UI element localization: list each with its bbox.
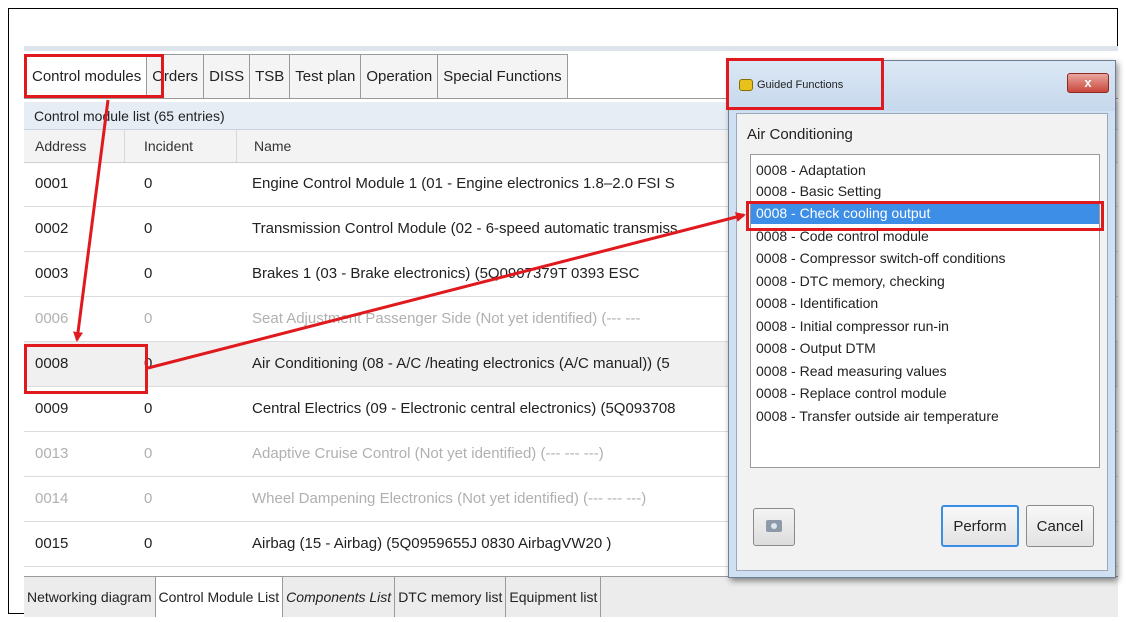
tab-equipment-list[interactable]: Equipment list bbox=[506, 577, 602, 617]
tab-networking-diagram[interactable]: Networking diagram bbox=[24, 577, 156, 617]
column-header-address[interactable]: Address bbox=[35, 130, 86, 162]
row-name: Engine Control Module 1 (01 - Engine ele… bbox=[252, 175, 675, 192]
row-incident: 0 bbox=[144, 220, 153, 237]
guided-functions-icon bbox=[739, 79, 753, 91]
row-incident: 0 bbox=[144, 265, 153, 282]
row-address: 0014 bbox=[35, 490, 69, 507]
tab-diss[interactable]: DISS bbox=[203, 54, 251, 98]
row-address: 0003 bbox=[35, 265, 69, 282]
row-address: 0008 bbox=[35, 355, 69, 372]
list-item-selected[interactable]: 0008 - Check cooling output bbox=[751, 202, 1099, 224]
function-list[interactable]: 0008 - Adaptation 0008 - Basic Setting 0… bbox=[750, 154, 1100, 468]
camera-icon bbox=[766, 520, 782, 532]
guided-functions-dialog: Guided Functions x Air Conditioning 0008… bbox=[728, 60, 1116, 578]
row-address: 0002 bbox=[35, 220, 69, 237]
tab-control-modules[interactable]: Control modules bbox=[26, 54, 148, 98]
column-header-name[interactable]: Name bbox=[254, 130, 291, 162]
list-item[interactable]: 0008 - Transfer outside air temperature bbox=[751, 405, 1099, 427]
dialog-heading: Air Conditioning bbox=[747, 126, 853, 143]
row-name: Transmission Control Module (02 - 6-spee… bbox=[252, 220, 678, 237]
list-item[interactable]: 0008 - Basic Setting bbox=[751, 180, 1099, 202]
row-incident: 0 bbox=[144, 175, 153, 192]
cancel-button[interactable]: Cancel bbox=[1026, 505, 1094, 547]
row-name: Seat Adjustment Passenger Side (Not yet … bbox=[252, 310, 641, 327]
row-address: 0009 bbox=[35, 400, 69, 417]
row-name: Central Electrics (09 - Electronic centr… bbox=[252, 400, 676, 417]
row-name: Airbag (15 - Airbag) (5Q0959655J 0830 Ai… bbox=[252, 535, 612, 552]
list-item[interactable]: 0008 - Output DTM bbox=[751, 337, 1099, 359]
row-incident: 0 bbox=[144, 445, 153, 462]
screenshot-button[interactable] bbox=[753, 508, 795, 546]
row-incident: 0 bbox=[144, 310, 153, 327]
tab-operation[interactable]: Operation bbox=[360, 54, 439, 98]
tab-components-list[interactable]: Components List bbox=[283, 577, 396, 617]
list-item[interactable]: 0008 - Initial compressor run-in bbox=[751, 315, 1099, 337]
row-name: Brakes 1 (03 - Brake electronics) (5Q090… bbox=[252, 265, 640, 282]
tab-orders[interactable]: Orders bbox=[146, 54, 205, 98]
tab-control-module-list[interactable]: Control Module List bbox=[155, 577, 284, 617]
row-address: 0015 bbox=[35, 535, 69, 552]
list-item[interactable]: 0008 - Identification bbox=[751, 292, 1099, 314]
column-separator bbox=[124, 130, 125, 162]
column-separator bbox=[236, 130, 237, 162]
perform-button[interactable]: Perform bbox=[941, 505, 1019, 547]
row-name: Air Conditioning (08 - A/C /heating elec… bbox=[252, 355, 670, 372]
close-button[interactable]: x bbox=[1067, 73, 1109, 93]
dialog-title: Guided Functions bbox=[757, 79, 844, 91]
row-incident: 0 bbox=[144, 535, 153, 552]
column-header-incident[interactable]: Incident bbox=[144, 130, 193, 162]
dialog-titlebar[interactable]: Guided Functions x bbox=[729, 61, 1115, 111]
tab-special-functions[interactable]: Special Functions bbox=[437, 54, 568, 98]
row-incident: 0 bbox=[144, 490, 153, 507]
tab-dtc-memory-list[interactable]: DTC memory list bbox=[395, 577, 507, 617]
tab-bar: Control modules Orders DISS TSB Test pla… bbox=[26, 54, 568, 98]
row-address: 0013 bbox=[35, 445, 69, 462]
list-item[interactable]: 0008 - Code control module bbox=[751, 225, 1099, 247]
list-item[interactable]: 0008 - Replace control module bbox=[751, 382, 1099, 404]
row-incident: 0 bbox=[144, 400, 153, 417]
list-item[interactable]: 0008 - Read measuring values bbox=[751, 360, 1099, 382]
row-name: Adaptive Cruise Control (Not yet identif… bbox=[252, 445, 604, 462]
bottom-tab-bar: Networking diagram Control Module List C… bbox=[24, 576, 1118, 617]
list-item[interactable]: 0008 - DTC memory, checking bbox=[751, 270, 1099, 292]
list-item[interactable]: 0008 - Adaptation bbox=[751, 159, 1099, 181]
list-item[interactable]: 0008 - Compressor switch-off conditions bbox=[751, 247, 1099, 269]
tab-test-plan[interactable]: Test plan bbox=[289, 54, 362, 98]
window-top-strip bbox=[24, 46, 1118, 51]
dialog-body: Air Conditioning 0008 - Adaptation 0008 … bbox=[736, 113, 1108, 571]
row-address: 0006 bbox=[35, 310, 69, 327]
row-incident: 0 bbox=[144, 355, 153, 372]
tab-tsb[interactable]: TSB bbox=[249, 54, 291, 98]
row-name: Wheel Dampening Electronics (Not yet ide… bbox=[252, 490, 647, 507]
row-address: 0001 bbox=[35, 175, 69, 192]
